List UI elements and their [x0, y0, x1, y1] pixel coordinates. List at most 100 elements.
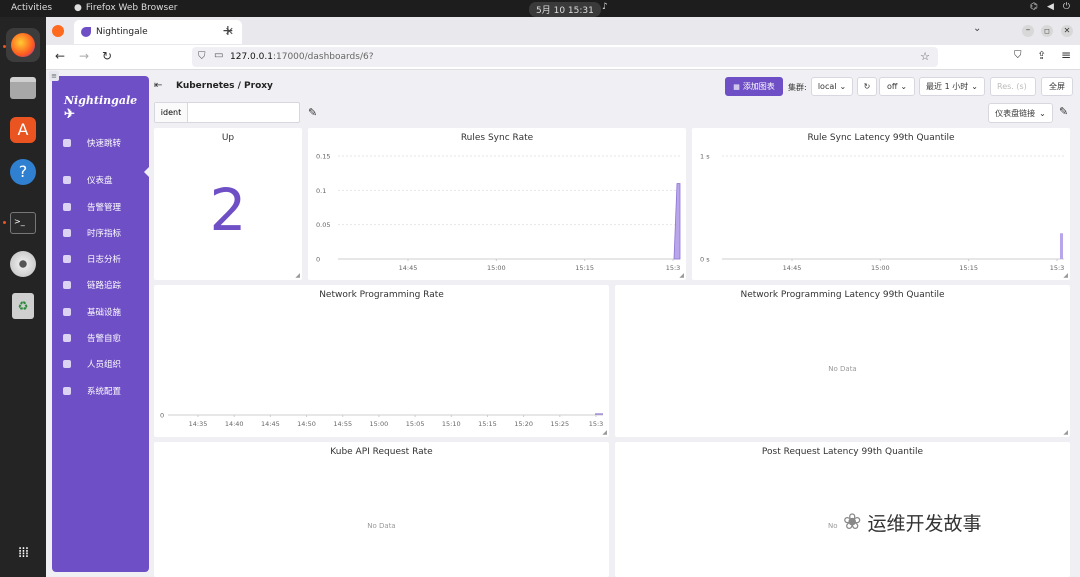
- disc-dock-icon[interactable]: [6, 247, 40, 281]
- firefox-window: Nightingale ✕ + ⌄ – ◻ ✕ ← → ↻ ⛉ ▭ 127.0.…: [46, 17, 1080, 577]
- panel-post-request-latency[interactable]: Post Request Latency 99th Quantile No ❀ …: [615, 442, 1070, 577]
- resize-handle-icon[interactable]: ◢: [1063, 272, 1068, 279]
- app-center-dock-icon[interactable]: A: [6, 113, 40, 147]
- url-bar[interactable]: ⛉ ▭ 127.0.0.1:17000/dashboards/6? ☆: [192, 47, 938, 67]
- new-tab-icon[interactable]: +: [222, 23, 234, 39]
- dashboard-toolbar: ⇤ Kubernetes / Proxy ▦ 添加图表 集群: local ⌄ ↻ …: [154, 70, 1080, 100]
- reload-icon[interactable]: ↻: [102, 49, 112, 63]
- nightingale-logo[interactable]: Nightingale ✈: [64, 94, 149, 122]
- resize-handle-icon[interactable]: ◢: [295, 272, 300, 279]
- close-window-icon[interactable]: ✕: [1061, 25, 1073, 37]
- panel-title: Up: [221, 133, 235, 143]
- ident-input[interactable]: [189, 103, 299, 122]
- refresh-value: off: [886, 82, 898, 91]
- list-tabs-icon[interactable]: ⌄: [973, 23, 981, 34]
- y-tick-label: 0: [316, 256, 320, 264]
- dashboard-links-select[interactable]: 仪表盘链接 ⌄: [988, 103, 1053, 123]
- chevron-down-icon: ⌄: [900, 82, 908, 91]
- tab-title: Nightingale: [96, 27, 148, 37]
- show-apps-icon[interactable]: ⁞⁞⁞: [6, 536, 40, 570]
- x-tick-label: 15:20: [514, 420, 533, 428]
- panel-network-programming-latency[interactable]: Network Programming Latency 99th Quantil…: [615, 285, 1070, 437]
- series-bar: [1060, 233, 1063, 259]
- panel-rule-sync-latency[interactable]: Rule Sync Latency 99th Quantile 1 s0 s 14…: [692, 128, 1070, 280]
- fullscreen-button[interactable]: 全屏: [1041, 77, 1073, 96]
- activities-button[interactable]: Activities: [11, 3, 52, 13]
- sidebar: ≡ Nightingale ✈ 快速跳转仪表盘告警管理时序指标日志分析链路追踪基…: [49, 71, 150, 572]
- trash-dock-icon[interactable]: ♻: [6, 289, 40, 323]
- sidebar-item-2[interactable]: 告警管理: [52, 196, 149, 218]
- pocket-icon[interactable]: ⛉: [1014, 50, 1022, 61]
- sidebar-collapse-icon[interactable]: ≡: [49, 71, 59, 81]
- cluster-label: 集群:: [788, 83, 807, 92]
- sidebar-item-3[interactable]: 时序指标: [52, 222, 149, 244]
- sidebar-item-1[interactable]: 仪表盘: [52, 169, 149, 191]
- resize-handle-icon[interactable]: ◢: [1063, 429, 1068, 436]
- bookmark-star-icon[interactable]: ☆: [920, 50, 930, 63]
- user-icon: [63, 360, 71, 368]
- files-dock-icon[interactable]: [6, 71, 40, 105]
- sidebar-item-8[interactable]: 人员组织: [52, 353, 149, 375]
- sidebar-item-4[interactable]: 日志分析: [52, 248, 149, 270]
- sidebar-item-5[interactable]: 链路追踪: [52, 274, 149, 296]
- auto-refresh-select[interactable]: off ⌄: [879, 77, 915, 96]
- resolution-input[interactable]: Res. (s): [990, 77, 1036, 96]
- refresh-button[interactable]: ↻: [857, 77, 877, 96]
- sidebar-item-0[interactable]: 快速跳转: [52, 132, 149, 154]
- menu-icon[interactable]: ≡: [1061, 48, 1071, 62]
- panel-rules-sync-rate[interactable]: Rules Sync Rate 0.15 0.1 0.05 0 14:45 15:00 15…: [308, 128, 686, 280]
- tab-nightingale[interactable]: Nightingale ✕: [74, 20, 242, 44]
- x-tick-label: 15:25: [550, 420, 569, 428]
- back-to-list-icon[interactable]: ⇤: [154, 80, 162, 91]
- time-range-select[interactable]: 最近 1 小时 ⌄: [919, 77, 985, 96]
- refresh-icon: ↻: [863, 82, 871, 91]
- forward-icon[interactable]: →: [79, 49, 89, 63]
- terminal-dock-icon[interactable]: >_: [6, 206, 40, 240]
- panel-title: Post Request Latency 99th Quantile: [761, 447, 924, 457]
- tab-overview-icon[interactable]: [52, 25, 64, 37]
- x-tick-label: 14:55: [333, 420, 352, 428]
- panel-network-programming-rate[interactable]: Network Programming Rate 0 14:35 14:40 14:4…: [154, 285, 609, 437]
- dashboard-title: Kubernetes / Proxy: [176, 81, 273, 91]
- clock[interactable]: 5月 10 15:31: [529, 2, 601, 17]
- firefox-dock-icon[interactable]: [6, 28, 40, 62]
- trace-icon: [63, 281, 71, 289]
- x-tick-label: 14:35: [189, 420, 208, 428]
- sidebar-item-7[interactable]: 告警自愈: [52, 327, 149, 349]
- x-tick-label: 15:05: [406, 420, 425, 428]
- help-dock-icon[interactable]: ?: [6, 155, 40, 189]
- x-tick-label: 15:3: [1050, 264, 1065, 272]
- sidebar-item-label: 仪表盘: [87, 176, 113, 186]
- running-indicator: [3, 221, 6, 224]
- back-icon[interactable]: ←: [55, 49, 65, 63]
- edit-links-icon[interactable]: ✎: [1059, 105, 1068, 118]
- add-chart-icon: ▦: [733, 82, 740, 91]
- maximize-icon[interactable]: ◻: [1041, 25, 1053, 37]
- shield-icon: ⛉: [198, 51, 206, 62]
- x-tick-label: 15:15: [959, 264, 978, 272]
- x-tick-label: 15:15: [575, 264, 594, 272]
- extensions-icon[interactable]: ⇪: [1037, 49, 1046, 62]
- no-data-label: No: [828, 522, 838, 530]
- y-tick-label: 1 s: [700, 153, 710, 161]
- wechat-logo-icon: ❀: [843, 510, 862, 535]
- system-tray[interactable]: ⌬ ◀ ⏻: [1030, 2, 1070, 12]
- edit-variables-icon[interactable]: ✎: [308, 106, 317, 119]
- page-info-icon[interactable]: ▭: [214, 50, 223, 61]
- sidebar-item-9[interactable]: 系统配置: [52, 380, 149, 402]
- cluster-select[interactable]: local ⌄: [811, 77, 853, 96]
- minimize-icon[interactable]: –: [1022, 25, 1034, 37]
- sidebar-item-6[interactable]: 基础设施: [52, 301, 149, 323]
- resize-handle-icon[interactable]: ◢: [679, 272, 684, 279]
- links-label: 仪表盘链接: [995, 108, 1036, 118]
- add-chart-button[interactable]: ▦ 添加图表: [725, 77, 783, 96]
- y-tick-label: 0.1: [316, 187, 326, 195]
- url-path: :17000/dashboards/6?: [272, 52, 374, 62]
- nightingale-favicon: [81, 27, 91, 37]
- resize-handle-icon[interactable]: ◢: [602, 429, 607, 436]
- sidebar-item-label: 系统配置: [87, 387, 122, 397]
- active-app[interactable]: ● Firefox Web Browser: [74, 3, 177, 13]
- panel-up[interactable]: Up 2 ◢: [154, 128, 302, 280]
- panel-kube-api-request-rate[interactable]: Kube API Request Rate No Data: [154, 442, 609, 577]
- network-icon: ⌬: [1030, 2, 1038, 12]
